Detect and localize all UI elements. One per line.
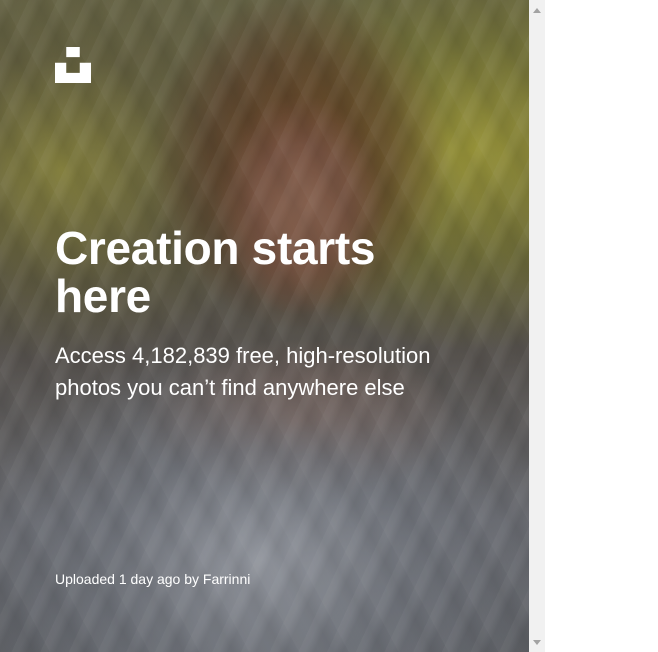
chevron-down-icon — [533, 639, 541, 645]
hero-subline: Access 4,182,839 free, high-resolution p… — [55, 343, 431, 400]
vertical-scrollbar[interactable] — [529, 0, 545, 652]
scroll-down-button[interactable] — [529, 634, 545, 650]
photo-author-link[interactable]: Farrinni — [203, 571, 250, 587]
unsplash-logo-icon[interactable] — [55, 47, 91, 83]
scroll-up-button[interactable] — [529, 2, 545, 18]
chevron-up-icon — [533, 7, 541, 13]
photo-credit: Uploaded 1 day ago by Farrinni — [55, 570, 250, 588]
hero-background-photo: Creation starts here Access 4,182,839 fr… — [0, 0, 529, 652]
photo-credit-prefix: Uploaded 1 day ago by — [55, 571, 199, 587]
hero-headline: Creation starts here — [55, 222, 376, 322]
